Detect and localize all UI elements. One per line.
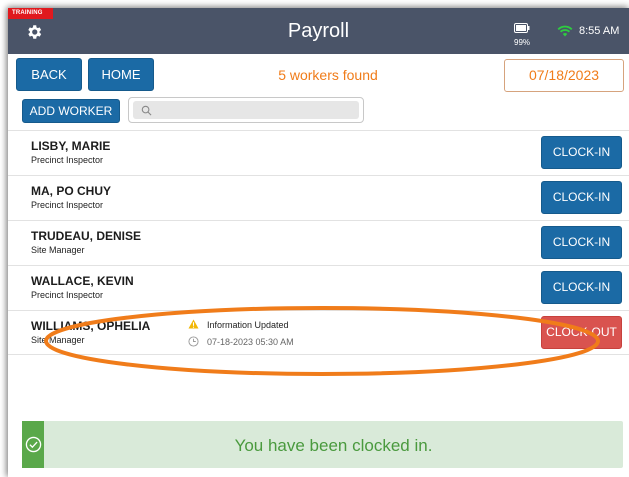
wifi-icon: [557, 25, 573, 37]
worker-name: WALLACE, KEVIN: [31, 274, 134, 288]
success-toast: You have been clocked in.: [22, 421, 623, 468]
clock-in-button[interactable]: CLOCK-IN: [541, 136, 622, 169]
top-bar: TRAINING Payroll 99% 8:55 AM: [8, 8, 629, 54]
clock-icon: [188, 336, 199, 347]
worker-role: Site Manager: [31, 245, 85, 255]
toast-message: You have been clocked in.: [234, 436, 433, 455]
training-badge: TRAINING: [8, 8, 53, 19]
search-field-bg: [133, 101, 359, 119]
worker-role: Site Manager: [31, 335, 85, 345]
worker-role: Precinct Inspector: [31, 155, 104, 165]
back-button[interactable]: BACK: [16, 58, 82, 91]
worker-row-wallace[interactable]: WALLACE, KEVIN Precinct Inspector CLOCK-…: [8, 265, 629, 310]
search-icon: [141, 105, 152, 116]
worker-name: TRUDEAU, DENISE: [31, 229, 142, 243]
worker-role: Precinct Inspector: [31, 290, 104, 300]
warning-icon: [188, 319, 199, 329]
search-input[interactable]: [157, 101, 355, 119]
worker-row-trudeau[interactable]: TRUDEAU, DENISE Site Manager CLOCK-IN: [8, 220, 629, 265]
workers-found-count: 5 workers found: [278, 67, 378, 83]
clock-in-button[interactable]: CLOCK-IN: [541, 226, 622, 259]
add-worker-button[interactable]: ADD WORKER: [22, 99, 120, 123]
info-message: Information Updated: [207, 320, 289, 330]
worker-row-williams[interactable]: WILLIAMS, OPHELIA Site Manager Informati…: [8, 310, 629, 355]
page-title: Payroll: [287, 20, 350, 42]
worker-row-ma[interactable]: MA, PO CHUY Precinct Inspector CLOCK-IN: [8, 175, 629, 220]
home-button[interactable]: HOME: [88, 58, 154, 91]
worker-name: WILLIAMS, OPHELIA: [31, 319, 151, 333]
date-selector[interactable]: 07/18/2023: [504, 59, 624, 92]
clock-in-button[interactable]: CLOCK-IN: [541, 181, 622, 214]
app-window: TRAINING Payroll 99% 8:55 AM BACK HOME 5…: [8, 8, 629, 477]
clock-out-button[interactable]: CLOCK-OUT: [541, 316, 622, 349]
clock-time: 8:55 AM: [579, 25, 620, 37]
info-timestamp: 07-18-2023 05:30 AM: [207, 337, 294, 347]
worker-row-lisby[interactable]: LISBY, MARIE Precinct Inspector CLOCK-IN: [8, 130, 629, 175]
battery-icon: [514, 23, 530, 33]
search-box[interactable]: [128, 97, 364, 123]
battery-percent: 99%: [514, 38, 531, 47]
worker-role: Precinct Inspector: [31, 200, 104, 210]
worker-name: LISBY, MARIE: [31, 139, 111, 153]
clock-in-button[interactable]: CLOCK-IN: [541, 271, 622, 304]
toast-side-bar: [22, 421, 44, 468]
worker-name: MA, PO CHUY: [31, 184, 112, 198]
check-circle-icon: [25, 436, 42, 453]
